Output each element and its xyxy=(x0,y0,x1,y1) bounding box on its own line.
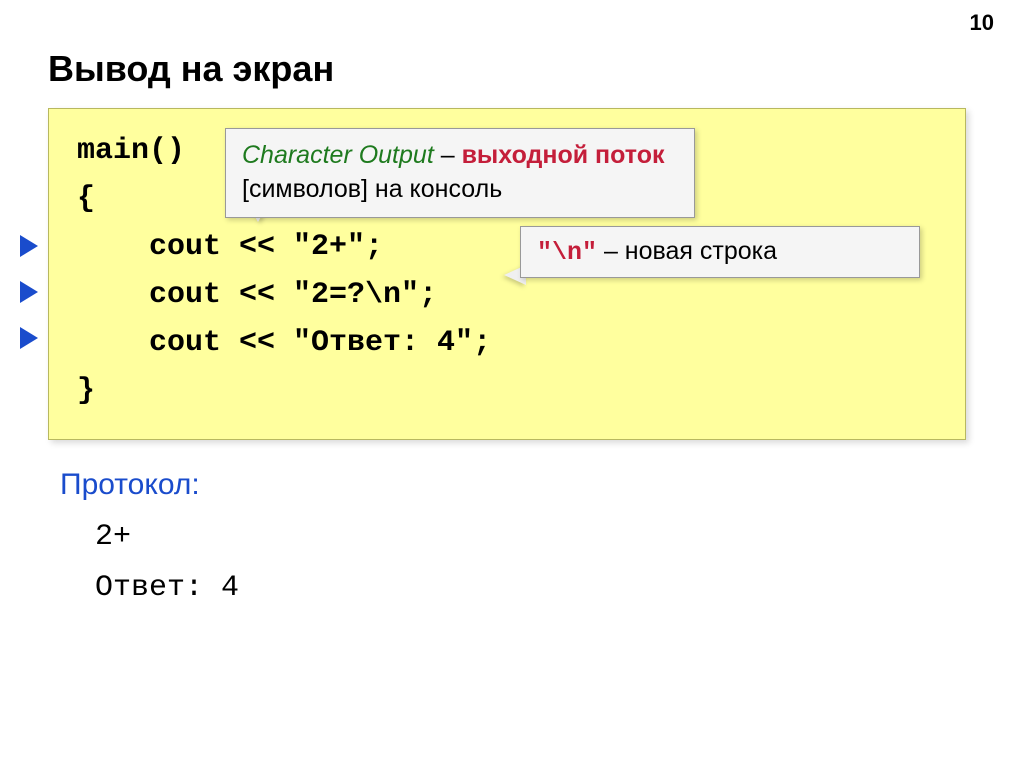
callout1-dash: – xyxy=(434,141,462,169)
callout1-rest: [символов] на консоль xyxy=(242,175,502,203)
code-line-6: } xyxy=(77,367,937,415)
callout-character-output: Character Output – выходной поток [симво… xyxy=(225,128,695,218)
callout2-rest: – новая строка xyxy=(597,237,777,265)
callout1-italic: Character Output xyxy=(242,141,434,169)
callout-newline: "\n" – новая строка xyxy=(520,226,920,278)
output-block: 2+ Ответ: 4 xyxy=(95,512,239,614)
triangle-right-icon xyxy=(20,281,38,303)
slide-title: Вывод на экран xyxy=(48,48,334,90)
page-number: 10 xyxy=(970,10,994,36)
arrow-markers xyxy=(20,235,38,355)
triangle-right-icon xyxy=(20,235,38,257)
protocol-label: Протокол: xyxy=(60,468,200,502)
callout1-bold: выходной поток xyxy=(462,141,665,169)
output-line-2: Ответ: 4 xyxy=(95,563,239,614)
triangle-right-icon xyxy=(20,327,38,349)
output-line-1: 2+ xyxy=(95,512,239,563)
code-line-5: cout << "Ответ: 4"; xyxy=(77,319,937,367)
callout2-mono: "\n" xyxy=(537,238,597,267)
